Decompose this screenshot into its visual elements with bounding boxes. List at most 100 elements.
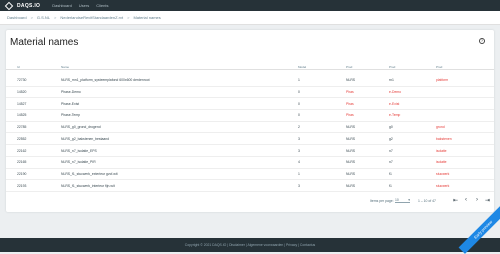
cell-id: 22162 xyxy=(17,145,26,156)
cell-prod-number: e-Temp xyxy=(389,110,400,121)
cell-id: 72730 xyxy=(17,75,26,86)
cell-prod-desc: stucwerk xyxy=(436,169,449,180)
table-row[interactable]: 22162 NLRS_n7_isolatie_EPS 3 NLRS n7 isolatie xyxy=(6,145,494,157)
cell-prod-desc: isolatie xyxy=(436,145,447,156)
help-icon[interactable]: ? xyxy=(479,38,485,44)
cell-id: 14520 xyxy=(17,87,26,98)
cell-model: 2 xyxy=(298,122,300,133)
crumb-separator-icon: > xyxy=(54,15,56,20)
cell-name: NLRS_n7_isolatie_EPS xyxy=(61,145,97,156)
cell-prod-desc: stucwerk xyxy=(436,180,449,191)
crumb-client[interactable]: G.S.NL xyxy=(37,15,50,20)
cell-model: 3 xyxy=(298,145,300,156)
nav-users[interactable]: Users xyxy=(79,3,89,8)
col-prod-number[interactable]: Prod xyxy=(389,64,395,69)
items-per-page-select[interactable]: 10 ▾ xyxy=(395,198,410,203)
content-card: Material names ? Id Name Model Prod Prod… xyxy=(6,30,494,212)
cell-name: Phase-Exist xyxy=(61,98,79,109)
cell-prod-desc: bakstenen xyxy=(436,134,452,145)
cell-id: 22552 xyxy=(17,134,26,145)
next-page-icon[interactable]: › xyxy=(476,197,478,203)
first-page-icon[interactable]: ⇤ xyxy=(453,197,458,204)
app-logo[interactable]: DAQS.IO xyxy=(6,3,40,9)
table-row[interactable]: 22785 NLRS_g0_grond_drogend 2 NLRS g0 grond xyxy=(6,122,494,134)
cell-model: 0 xyxy=(298,98,300,109)
last-page-icon[interactable]: ⇥ xyxy=(485,197,490,204)
page-title: Material names xyxy=(10,37,78,48)
cell-model: 3 xyxy=(298,134,300,145)
cell-model: 1 xyxy=(298,169,300,180)
items-per-page-label: Items per page: xyxy=(370,199,394,203)
logo-icon xyxy=(5,1,13,9)
cell-model: 0 xyxy=(298,87,300,98)
cell-prod-number: g2 xyxy=(389,134,393,145)
prev-page-icon[interactable]: ‹ xyxy=(465,197,467,203)
cell-prod: NLRS xyxy=(346,122,355,133)
crumb-model[interactable]: NederlandseRevitStandaardenZ.rvt xyxy=(60,15,123,20)
cell-prod-desc: isolatie xyxy=(436,157,447,168)
cell-prod: Phas xyxy=(346,110,354,121)
breadcrumb: Dashboard > G.S.NL > NederlandseRevitSta… xyxy=(0,11,500,25)
table-row[interactable]: 14520Phase-Demo0Phase-Demo xyxy=(6,87,494,99)
nav-clients[interactable]: Clients xyxy=(96,3,108,8)
crumb-separator-icon: > xyxy=(127,15,129,20)
cell-model: 3 xyxy=(298,180,300,191)
cell-id: 22165 xyxy=(17,157,26,168)
cell-name: Phase-Demo xyxy=(61,87,81,98)
top-bar: DAQS.IO Dashboard Users Clients xyxy=(0,0,500,11)
cell-id: 14527 xyxy=(17,98,26,109)
cell-prod: NLRS xyxy=(346,75,355,86)
cell-prod: NLRS xyxy=(346,157,355,168)
pagination: Items per page: 10 ▾ 1 – 10 of 47 ⇤ ‹ › … xyxy=(6,195,494,207)
cell-prod-number: g0 xyxy=(389,122,393,133)
table-header: Id Name Model Prod Prod Prod xyxy=(6,64,494,70)
app-name: DAQS.IO xyxy=(17,3,40,9)
cell-prod: NLRS xyxy=(346,145,355,156)
cell-prod: NLRS xyxy=(346,134,355,145)
cell-prod-number: f1 xyxy=(389,180,392,191)
nav-dashboard[interactable]: Dashboard xyxy=(52,3,72,8)
cell-prod-number: rn1 xyxy=(389,75,394,86)
table-row[interactable]: 14525Phase-Temp0Phase-Temp xyxy=(6,110,494,122)
top-nav: Dashboard Users Clients xyxy=(52,3,115,8)
cell-prod-number: e-Exist xyxy=(389,98,399,109)
col-id[interactable]: Id xyxy=(17,64,20,69)
table-row[interactable]: 22190NLRS_f1_stucwerk_exterieur gvcf-wit… xyxy=(6,169,494,181)
col-name[interactable]: Name xyxy=(61,64,69,69)
cell-name: NLRS_f1_stucwerk_interieur fijn-wit xyxy=(61,180,115,191)
cell-prod: NLRS xyxy=(346,180,355,191)
cell-id: 22193 xyxy=(17,180,26,191)
cell-prod-number: f1 xyxy=(389,169,392,180)
table-row[interactable]: 72730 NLRS_mn1_platform_systeemplafond 60… xyxy=(6,75,494,87)
table-row[interactable]: 22552 NLRS_g2_bakstenen_bestaand 3 NLRS g2 ba… xyxy=(6,134,494,146)
cell-name: NLRS_g2_bakstenen_bestaand xyxy=(61,134,109,145)
footer: Copyright © 2021 DAQS.IO | Disclaimer | … xyxy=(0,238,500,252)
dropdown-icon: ▾ xyxy=(408,198,410,202)
cell-prod-number: n7 xyxy=(389,145,393,156)
cell-name: NLRS_n7_isolatie_PIR xyxy=(61,157,96,168)
cell-prod: Phas xyxy=(346,87,354,98)
cell-prod-desc: grond xyxy=(436,122,445,133)
cell-prod: NLRS xyxy=(346,169,355,180)
items-per-page-value: 10 xyxy=(395,198,399,202)
col-prod-desc[interactable]: Prod xyxy=(436,64,442,69)
cell-id: 14525 xyxy=(17,110,26,121)
cell-id: 22785 xyxy=(17,122,26,133)
crumb-dashboard[interactable]: Dashboard xyxy=(7,15,27,20)
crumb-current: Material names xyxy=(133,15,160,20)
cell-model: 0 xyxy=(298,110,300,121)
cell-prod-number: n7 xyxy=(389,157,393,168)
cell-model: 4 xyxy=(298,157,300,168)
page-range: 1 – 10 of 47 xyxy=(418,199,436,203)
table-row[interactable]: 14527Phase-Exist0Phase-Exist xyxy=(6,98,494,110)
col-prod[interactable]: Prod xyxy=(346,64,352,69)
cell-prod-desc: platform xyxy=(436,75,448,86)
cell-prod: Phas xyxy=(346,98,354,109)
cell-name: NLRS_g0_grond_drogend xyxy=(61,122,101,133)
col-model[interactable]: Model xyxy=(298,64,306,69)
cell-prod-number: e-Demo xyxy=(389,87,401,98)
cell-name: NLRS_mn1_platform_systeemplafond 600x600… xyxy=(61,75,150,86)
cell-name: Phase-Temp xyxy=(61,110,80,121)
table-row[interactable]: 22165 NLRS_n7_isolatie_PIR 4 NLRS n7 isolatie xyxy=(6,157,494,169)
table-row[interactable]: 22193 NLRS_f1_stucwerk_interieur fijn-wit… xyxy=(6,180,494,192)
